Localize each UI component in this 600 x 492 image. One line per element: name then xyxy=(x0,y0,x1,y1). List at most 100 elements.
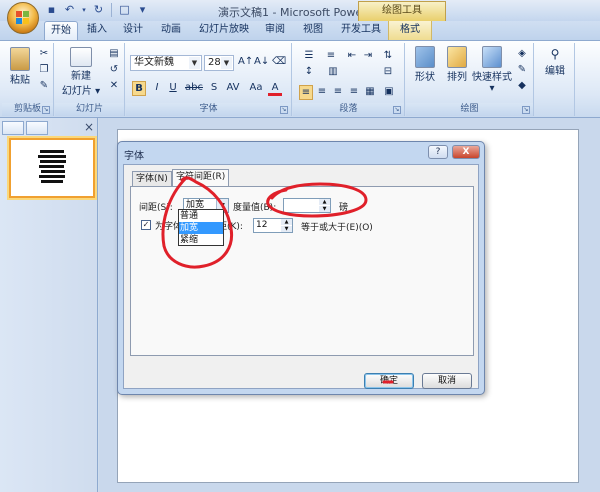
shapes-label: 形状 xyxy=(415,72,435,83)
dropdown-icon[interactable]: ▾ xyxy=(80,3,88,17)
ribbon-tab-row: 开始 插入 设计 动画 幻灯片放映 审阅 视图 开发工具 格式 xyxy=(0,21,600,40)
quick-styles-button[interactable]: 快速样式 ▾ xyxy=(472,46,512,94)
paste-button[interactable]: 粘贴 xyxy=(6,47,34,86)
dialog-body: 字体(N) 字符间距(R) 间距(S): 加宽 ▼ 度量值(B): ▲ ▼ 磅 … xyxy=(123,164,479,389)
ok-button[interactable]: 确定 xyxy=(364,373,414,389)
chevron-down-icon[interactable]: ▼ xyxy=(189,57,200,69)
outline-tab-icon[interactable] xyxy=(26,121,48,135)
font-launcher-icon[interactable]: ↘ xyxy=(280,106,288,114)
format-painter-icon[interactable]: ✎ xyxy=(38,79,50,94)
cut-icon[interactable]: ✂ xyxy=(38,47,50,62)
spacing-option-normal[interactable]: 普通 xyxy=(179,210,223,222)
new-slide-button[interactable]: 新建 幻灯片 ▾ xyxy=(59,47,103,97)
font-size-combo[interactable]: 28 ▼ xyxy=(204,55,234,71)
spin-up-icon[interactable]: ▲ xyxy=(281,219,292,225)
tab-animation[interactable]: 动画 xyxy=(156,21,186,40)
decrease-indent-icon[interactable]: ⇤ xyxy=(345,49,359,64)
shrink-font-icon[interactable]: A↓ xyxy=(254,55,269,70)
quick-styles-icon xyxy=(482,46,502,68)
drawing-group-label: 绘图 xyxy=(406,103,533,116)
font-name-combo[interactable]: 华文新魏 ▼ xyxy=(130,55,202,71)
align-right-icon[interactable]: ≡ xyxy=(331,85,345,100)
distribute-icon[interactable]: ▦ xyxy=(363,85,377,100)
shape-effects-icon[interactable]: ◆ xyxy=(514,79,530,94)
delete-slide-icon[interactable]: ✕ xyxy=(107,79,121,94)
tab-font[interactable]: 字体(N) xyxy=(132,171,172,187)
tab-review[interactable]: 审阅 xyxy=(260,21,290,40)
tab-slideshow[interactable]: 幻灯片放映 xyxy=(196,21,252,40)
slide-thumbnail[interactable] xyxy=(9,138,95,198)
dialog-close-button[interactable]: X xyxy=(452,145,480,159)
undo-icon[interactable]: ↶ xyxy=(62,3,77,17)
smartart-icon[interactable]: ▣ xyxy=(381,85,397,100)
tab-format[interactable]: 格式 xyxy=(388,21,432,40)
arrange-button[interactable]: 排列 xyxy=(442,46,472,83)
reset-icon[interactable]: ↺ xyxy=(107,63,121,78)
underline-button[interactable]: U xyxy=(166,81,180,96)
chevron-down-icon[interactable]: ▼ xyxy=(221,57,232,69)
arrange-label: 排列 xyxy=(447,72,467,83)
editing-button[interactable]: ⚲ 编辑 xyxy=(539,47,571,77)
tab-view[interactable]: 视图 xyxy=(298,21,328,40)
spin-down-icon[interactable]: ▼ xyxy=(319,206,330,212)
cancel-button[interactable]: 取消 xyxy=(422,373,472,389)
text-direction-icon[interactable]: ⇅ xyxy=(379,49,397,64)
ribbon: 粘贴 ✂ ❐ ✎ 剪贴板 ↘ 新建 幻灯片 ▾ ▤ ↺ ✕ 幻灯片 华文新魏 ▼… xyxy=(0,40,600,118)
align-center-icon[interactable]: ≡ xyxy=(315,85,329,100)
clear-format-icon[interactable]: ⌫ xyxy=(272,55,286,70)
align-left-icon[interactable]: ≡ xyxy=(299,85,313,100)
increase-indent-icon[interactable]: ⇥ xyxy=(361,49,375,64)
shapes-button[interactable]: 形状 xyxy=(410,46,440,83)
spacing-option-expanded[interactable]: 加宽 xyxy=(179,222,223,234)
spin-down-icon[interactable]: ▼ xyxy=(281,226,292,232)
tab-developer[interactable]: 开发工具 xyxy=(334,21,388,40)
measure-spinner[interactable]: ▲ ▼ xyxy=(283,198,331,213)
tab-home[interactable]: 开始 xyxy=(44,21,78,40)
tab-character-spacing[interactable]: 字符间距(R) xyxy=(172,169,230,187)
kerning-spinner[interactable]: 12 ▲ ▼ xyxy=(253,218,293,233)
columns-icon[interactable]: ▥ xyxy=(323,65,343,80)
shape-outline-icon[interactable]: ✎ xyxy=(514,63,530,78)
kerning-checkbox[interactable]: ✓ xyxy=(141,220,151,230)
shape-fill-icon[interactable]: ◈ xyxy=(514,47,530,62)
justify-icon[interactable]: ≡ xyxy=(347,85,361,100)
group-slides: 新建 幻灯片 ▾ ▤ ↺ ✕ 幻灯片 xyxy=(55,43,125,116)
spacing-option-condensed[interactable]: 紧缩 xyxy=(179,234,223,246)
drawing-launcher-icon[interactable]: ↘ xyxy=(522,106,530,114)
tab-design[interactable]: 设计 xyxy=(118,21,148,40)
char-spacing-button[interactable]: AV xyxy=(222,81,244,96)
new-document-icon[interactable]: □ xyxy=(117,3,132,17)
shadow-button[interactable]: S xyxy=(208,81,220,96)
help-button[interactable]: ? xyxy=(428,145,448,159)
bullets-icon[interactable]: ☰ xyxy=(299,49,319,64)
redo-icon[interactable]: ↻ xyxy=(91,3,106,17)
group-drawing: 形状 排列 快速样式 ▾ ◈ ✎ ◆ 绘图 ↘ xyxy=(406,43,534,116)
copy-icon[interactable]: ❐ xyxy=(38,63,50,78)
paragraph-launcher-icon[interactable]: ↘ xyxy=(393,106,401,114)
font-size-value: 28 xyxy=(208,57,221,68)
close-icon[interactable]: × xyxy=(84,120,94,134)
strikethrough-button[interactable]: abc xyxy=(184,81,204,96)
customize-qat-icon[interactable]: ▾ xyxy=(135,3,150,17)
numbering-icon[interactable]: ≡ xyxy=(321,49,341,64)
slides-tab-icon[interactable] xyxy=(2,121,24,135)
save-icon[interactable]: ▪ xyxy=(44,3,59,17)
title-bar: ▪ ↶ ▾ ↻ □ ▾ 演示文稿1 - Microsoft PowerPoint… xyxy=(0,0,600,21)
kerning-suffix: 等于或大于(E)(O) xyxy=(301,223,373,233)
office-button[interactable] xyxy=(7,2,39,34)
tab-insert[interactable]: 插入 xyxy=(82,21,112,40)
change-case-button[interactable]: Aa xyxy=(246,81,266,96)
bold-button[interactable]: B xyxy=(132,81,146,96)
spin-up-icon[interactable]: ▲ xyxy=(319,199,330,205)
new-slide-label-line1: 新建 xyxy=(71,71,91,82)
grow-font-icon[interactable]: A↑ xyxy=(238,55,253,70)
slide-thumbnail-content xyxy=(38,150,66,183)
layout-icon[interactable]: ▤ xyxy=(107,47,121,62)
kerning-value: 12 xyxy=(256,220,268,230)
binoculars-icon: ⚲ xyxy=(550,47,560,61)
clipboard-launcher-icon[interactable]: ↘ xyxy=(42,106,50,114)
italic-button[interactable]: I xyxy=(150,81,164,96)
align-text-icon[interactable]: ⊟ xyxy=(379,65,397,80)
line-spacing-icon[interactable]: ↕ xyxy=(299,65,319,80)
font-color-button[interactable]: A xyxy=(268,81,282,96)
